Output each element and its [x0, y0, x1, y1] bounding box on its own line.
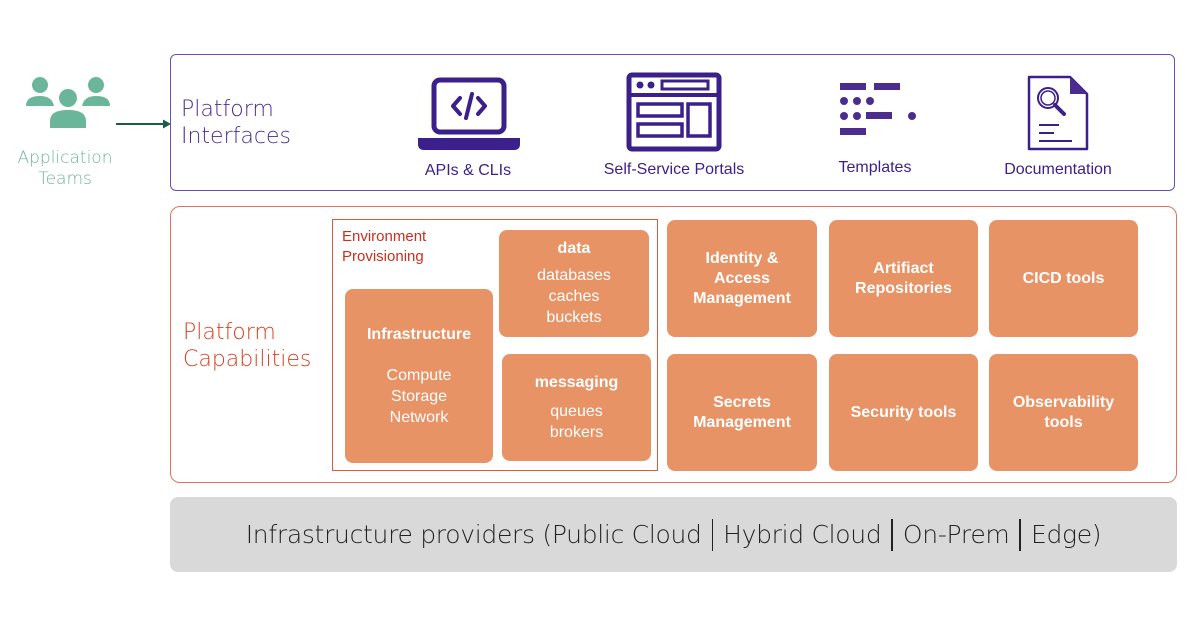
tile-title: CICD tools	[1022, 269, 1105, 287]
tile-item: caches	[548, 288, 600, 305]
document-search-icon	[1027, 75, 1089, 151]
providers-public-cloud: Infrastructure providers (Public Cloud	[245, 520, 702, 549]
tile-cicd-tools: CICD tools	[989, 220, 1138, 337]
arrow-right-icon	[116, 119, 171, 129]
tile-title: Identity &	[705, 249, 779, 267]
tile-item: Network	[389, 408, 449, 426]
env-title-line1: Environment	[342, 228, 427, 245]
tile-item: databases	[537, 267, 611, 284]
providers-edge: Edge)	[1030, 520, 1102, 549]
interfaces-title-line2: Interfaces	[181, 124, 291, 149]
tile-title: Management	[693, 413, 791, 431]
tile-title: messaging	[534, 373, 619, 391]
interface-label: Documentation	[1004, 161, 1112, 178]
tile-item: Storage	[390, 387, 448, 405]
interface-label: Self-Service Portals	[603, 161, 745, 178]
laptop-code-icon	[418, 77, 520, 150]
tile-title: Observability	[1012, 393, 1115, 411]
teams-label-line2: Teams	[38, 169, 92, 189]
tile-title: data	[557, 240, 591, 257]
tile-secrets-management: Secrets Management	[667, 354, 817, 471]
tile-data: data databases caches buckets	[499, 230, 649, 337]
providers-hybrid-cloud: Hybrid Cloud	[723, 520, 882, 549]
tile-title: Access	[713, 269, 771, 287]
platform-interfaces-title: Platform Interfaces	[181, 96, 291, 150]
separator	[1019, 518, 1021, 551]
tile-title: Security tools	[850, 403, 957, 421]
separator	[891, 518, 893, 551]
browser-window-icon	[626, 72, 722, 152]
tile-title: Repositories	[855, 279, 952, 297]
tile-title: Management	[693, 289, 791, 307]
platform-capabilities-title: Platform Capabilities	[183, 319, 311, 373]
interfaces-title-line1: Platform	[181, 97, 274, 122]
tile-item: brokers	[549, 423, 604, 441]
interface-templates: Templates	[820, 78, 930, 182]
environment-provisioning-title: Environment Provisioning	[342, 227, 426, 267]
providers-on-prem: On-Prem	[902, 520, 1010, 549]
tile-item: queues	[550, 402, 603, 420]
tile-identity-access-management: Identity & Access Management	[667, 220, 817, 337]
tile-title: Secrets	[713, 393, 771, 411]
tile-title: Artifiact	[873, 259, 934, 277]
interface-label: APIs & CLIs	[424, 162, 512, 179]
tile-messaging: messaging queues brokers	[502, 354, 651, 461]
infrastructure-providers-text: Infrastructure providers (Public Cloud H…	[170, 497, 1177, 572]
tile-security-tools: Security tools	[829, 354, 978, 471]
template-blocks-icon	[840, 83, 916, 135]
interface-apis-clis: APIs & CLIs	[400, 76, 536, 186]
people-group-icon	[26, 77, 110, 128]
tile-infrastructure: Infrastructure Compute Storage Network	[345, 289, 493, 463]
teams-label-line1: Application	[17, 148, 113, 168]
separator	[711, 518, 714, 551]
tile-item: buckets	[546, 309, 602, 326]
tile-item: Compute	[386, 366, 452, 384]
capabilities-title-line1: Platform	[183, 320, 276, 345]
tile-title: Infrastructure	[366, 325, 472, 343]
capabilities-title-line2: Capabilities	[183, 347, 312, 372]
interface-self-service-portals: Self-Service Portals	[590, 72, 758, 184]
tile-title: tools	[1044, 413, 1083, 431]
env-title-line2: Provisioning	[342, 248, 424, 265]
application-teams-label: Application Teams	[10, 148, 120, 190]
tile-artifact-repositories: Artifiact Repositories	[829, 220, 978, 337]
interface-documentation: Documentation	[994, 74, 1122, 182]
interface-label: Templates	[838, 159, 912, 176]
tile-observability-tools: Observability tools	[989, 354, 1138, 471]
